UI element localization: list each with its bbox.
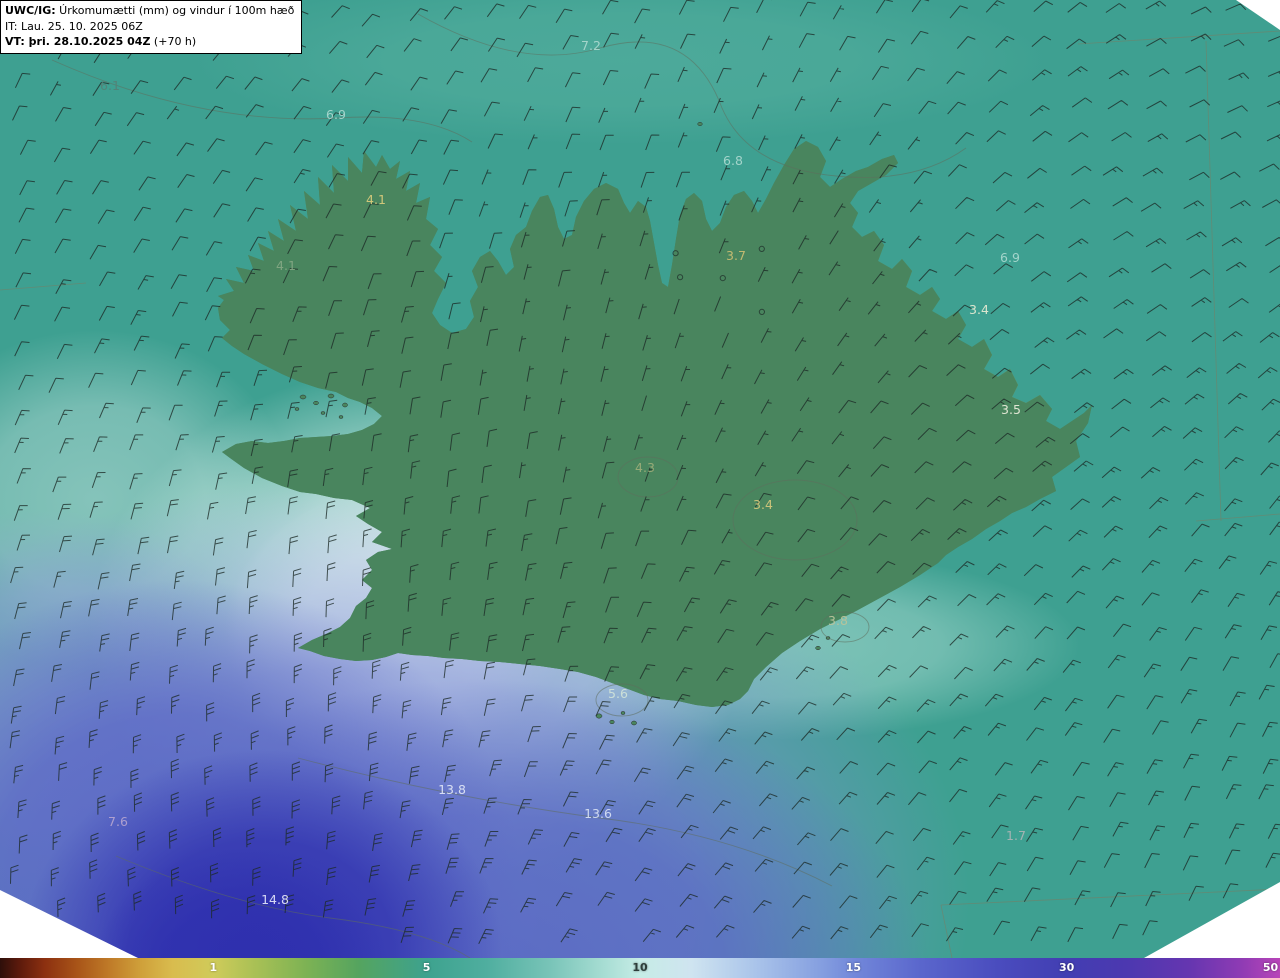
valid-time: VT: þri. 28.10.2025 04Z (+70 h) (5, 34, 294, 50)
precip-value-label: 14.8 (261, 892, 289, 907)
precip-value-label: 3.8 (828, 613, 848, 628)
map-canvas: 6.1 6.9 7.2 6.8 4.1 4.1 3.7 6.9 3.4 3.5 4.3 3.4 3.8 5… (0, 0, 1280, 958)
product-title: Úrkomumætti (mm) og vindur í 100m hæð (55, 4, 295, 17)
precip-value-label: 4.3 (635, 460, 655, 475)
precip-value-label: 6.8 (723, 153, 743, 168)
title-box: UWC/IG: Úrkomumætti (mm) og vindur í 100… (0, 0, 303, 54)
precip-value-label: 3.4 (753, 497, 773, 512)
precip-value-label: 4.1 (276, 258, 296, 273)
precip-value-label: 13.8 (438, 782, 466, 797)
precip-value-label: 13.6 (584, 806, 612, 821)
valid-time-offset: (+70 h) (150, 35, 197, 49)
precip-value-label: 4.1 (366, 192, 386, 207)
init-time: IT: Lau. 25. 10. 2025 06Z (5, 19, 143, 33)
precip-value-label: 5.6 (608, 686, 628, 701)
weather-map-app: 6.1 6.9 7.2 6.8 4.1 4.1 3.7 6.9 3.4 3.5 4.3 3.4 3.8 5… (0, 0, 1280, 978)
precip-value-label: 3.7 (726, 248, 746, 263)
precip-value-label: 1.7 (1006, 828, 1026, 843)
colorbar-gradient (0, 958, 1280, 978)
precip-value-label: 6.1 (100, 78, 120, 93)
colorbar: 1 5 10 15 30 50 (0, 958, 1280, 978)
precip-value-label: 7.6 (108, 814, 128, 829)
precip-value-label: 3.5 (1001, 402, 1021, 417)
precip-value-label: 6.9 (1000, 250, 1020, 265)
precip-value-label: 7.2 (581, 38, 601, 53)
precip-value-label: 6.9 (326, 107, 346, 122)
precip-value-label: 3.4 (969, 302, 989, 317)
valid-time-bold: VT: þri. 28.10.2025 04Z (5, 35, 151, 49)
model-name: UWC/IG: (5, 4, 56, 17)
title-line-model: UWC/IG: Úrkomumætti (mm) og vindur í 100… (5, 3, 294, 19)
